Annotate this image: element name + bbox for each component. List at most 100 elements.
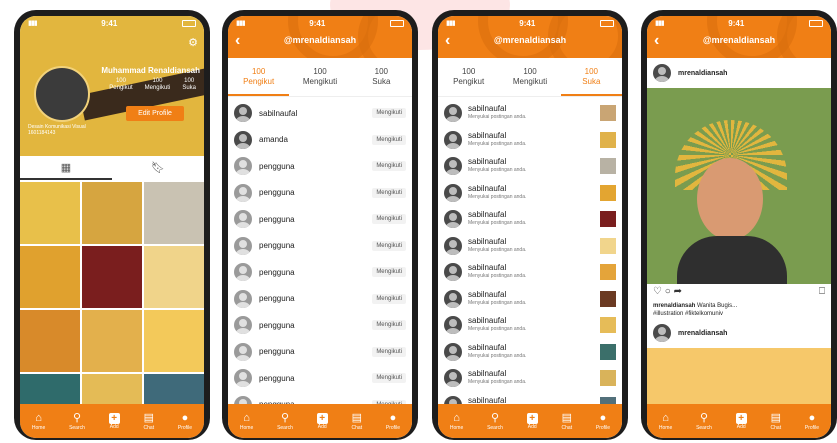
list-item[interactable]: sabilnaufalMenyukai postingan anda. bbox=[438, 206, 622, 233]
list-item[interactable]: sabilnaufalMenyukai postingan anda. bbox=[438, 100, 622, 127]
avatar[interactable] bbox=[653, 324, 671, 342]
following-button[interactable]: Mengikuti bbox=[372, 108, 406, 119]
list-item[interactable]: sabilnaufalMenyukai postingan anda. bbox=[438, 339, 622, 366]
list-item[interactable]: sabilnaufalMenyukai postingan anda. bbox=[438, 180, 622, 207]
edit-profile-button[interactable]: Edit Profile bbox=[126, 106, 184, 121]
post-thumb[interactable] bbox=[144, 246, 204, 308]
post-thumb[interactable] bbox=[20, 246, 80, 308]
following-button[interactable]: Mengikuti bbox=[372, 214, 406, 225]
liker-name[interactable]: sabilnaufal bbox=[468, 290, 600, 299]
list-item[interactable]: sabilnaufalMenyukai postingan anda. bbox=[438, 312, 622, 339]
liked-post-thumb[interactable] bbox=[600, 131, 616, 148]
liked-post-thumb[interactable] bbox=[600, 184, 616, 201]
list-item[interactable]: penggunaMengikuti bbox=[228, 312, 412, 339]
follower-name[interactable]: pengguna bbox=[259, 268, 372, 277]
nav-search[interactable]: ⚲ Search bbox=[696, 412, 712, 431]
avatar[interactable] bbox=[444, 157, 462, 176]
post-thumb[interactable] bbox=[82, 246, 142, 308]
post-username[interactable]: mrenaldiansah bbox=[678, 70, 825, 77]
liked-post-thumb[interactable] bbox=[600, 105, 616, 122]
post-thumb[interactable] bbox=[20, 310, 80, 372]
list-item[interactable]: sabilnaufalMenyukai postingan anda. bbox=[438, 259, 622, 286]
follower-name[interactable]: amanda bbox=[259, 135, 372, 144]
avatar[interactable] bbox=[444, 369, 462, 388]
nav-add[interactable]: + Add bbox=[735, 412, 747, 430]
follower-name[interactable]: pengguna bbox=[259, 215, 372, 224]
following-button[interactable]: Mengikuti bbox=[372, 293, 406, 304]
avatar[interactable] bbox=[234, 316, 252, 335]
avatar[interactable] bbox=[234, 289, 252, 308]
tab-suka[interactable]: 100 Suka bbox=[560, 62, 622, 96]
liked-post-thumb[interactable] bbox=[600, 158, 616, 175]
avatar[interactable] bbox=[444, 130, 462, 149]
nav-chat[interactable]: ▤ Chat bbox=[771, 412, 782, 431]
following-button[interactable]: Mengikuti bbox=[372, 161, 406, 172]
nav-add[interactable]: + Add bbox=[316, 412, 328, 430]
following-button[interactable]: Mengikuti bbox=[372, 134, 406, 145]
list-item[interactable]: sabilnaufalMenyukai postingan anda. bbox=[438, 233, 622, 260]
stat-pengikut[interactable]: 100 Pengikut bbox=[109, 78, 132, 92]
avatar[interactable] bbox=[234, 369, 252, 388]
nav-add[interactable]: + Add bbox=[108, 412, 120, 430]
liker-name[interactable]: sabilnaufal bbox=[468, 370, 600, 378]
list-item[interactable]: penggunaMengikuti bbox=[228, 206, 412, 233]
share-arrow-icon[interactable]: ➦ bbox=[674, 286, 682, 297]
nav-chat[interactable]: ▤ Chat bbox=[352, 412, 363, 431]
caption-username[interactable]: mrenaldiansah bbox=[653, 303, 695, 309]
nav-search[interactable]: ⚲ Search bbox=[69, 412, 85, 431]
post-thumb[interactable] bbox=[20, 182, 80, 244]
avatar[interactable] bbox=[234, 130, 252, 149]
nav-home[interactable]: ⌂ Home bbox=[659, 412, 672, 431]
list-item[interactable]: penggunaMengikuti bbox=[228, 233, 412, 260]
avatar[interactable] bbox=[234, 210, 252, 229]
nav-add[interactable]: + Add bbox=[526, 412, 538, 430]
liker-name[interactable]: sabilnaufal bbox=[468, 211, 600, 219]
following-button[interactable]: Mengikuti bbox=[372, 267, 406, 278]
list-item[interactable]: sabilnaufalMenyukai postingan anda. bbox=[438, 365, 622, 392]
liked-post-thumb[interactable] bbox=[600, 264, 616, 281]
follower-name[interactable]: pengguna bbox=[259, 188, 372, 197]
list-item[interactable]: penggunaMengikuti bbox=[228, 153, 412, 180]
list-item[interactable]: amanda Mengikuti bbox=[228, 127, 412, 154]
avatar[interactable] bbox=[444, 263, 462, 282]
list-item[interactable]: penggunaMengikuti bbox=[228, 180, 412, 207]
liker-name[interactable]: sabilnaufal bbox=[468, 343, 600, 352]
caption-hashtags[interactable]: #illustration #fiktelkomuniv bbox=[653, 311, 723, 317]
list-item[interactable]: sabilnaufalMenyukai postingan anda. bbox=[438, 127, 622, 154]
post-thumb[interactable] bbox=[144, 182, 204, 244]
avatar[interactable] bbox=[234, 236, 252, 255]
avatar[interactable] bbox=[444, 210, 462, 229]
liker-name[interactable]: sabilnaufal bbox=[468, 264, 600, 272]
avatar[interactable] bbox=[234, 263, 252, 282]
list-item[interactable]: sabilnaufalMenyukai postingan anda. bbox=[438, 286, 622, 313]
post-image[interactable] bbox=[647, 88, 831, 284]
stat-mengikuti[interactable]: 100 Mengikuti bbox=[145, 78, 171, 92]
following-button[interactable]: Mengikuti bbox=[372, 346, 406, 357]
nav-chat[interactable]: ▤ Chat bbox=[144, 412, 155, 431]
liker-name[interactable]: sabilnaufal bbox=[468, 131, 600, 140]
liked-post-thumb[interactable] bbox=[600, 343, 616, 360]
list-item[interactable]: penggunaMengikuti bbox=[228, 365, 412, 392]
liked-post-thumb[interactable] bbox=[600, 317, 616, 334]
tab-pengikut[interactable]: 100 Pengikut bbox=[438, 62, 499, 96]
follower-name[interactable]: pengguna bbox=[259, 162, 372, 171]
list-item[interactable]: sabilnaufalMenyukai postingan anda. bbox=[438, 153, 622, 180]
avatar[interactable] bbox=[234, 104, 252, 123]
list-item[interactable]: penggunaMengikuti bbox=[228, 286, 412, 313]
liker-name[interactable]: sabilnaufal bbox=[468, 317, 600, 325]
nav-home[interactable]: ⌂ Home bbox=[32, 412, 45, 431]
liker-name[interactable]: sabilnaufal bbox=[468, 184, 600, 193]
nav-search[interactable]: ⚲ Search bbox=[277, 412, 293, 431]
nav-chat[interactable]: ▤ Chat bbox=[562, 412, 573, 431]
comment-icon[interactable]: ○ bbox=[665, 286, 671, 297]
follower-name[interactable]: pengguna bbox=[259, 374, 372, 383]
liker-name[interactable]: sabilnaufal bbox=[468, 158, 600, 166]
liker-name[interactable]: sabilnaufal bbox=[468, 237, 600, 246]
bookmark-icon[interactable]: ⎕ bbox=[819, 286, 825, 297]
follower-name[interactable]: pengguna bbox=[259, 347, 372, 356]
liked-post-thumb[interactable] bbox=[600, 370, 616, 387]
avatar[interactable] bbox=[444, 289, 462, 308]
profile-avatar[interactable] bbox=[34, 66, 90, 122]
grid-tab-icon[interactable]: ▦ bbox=[20, 158, 112, 180]
following-button[interactable]: Mengikuti bbox=[372, 373, 406, 384]
